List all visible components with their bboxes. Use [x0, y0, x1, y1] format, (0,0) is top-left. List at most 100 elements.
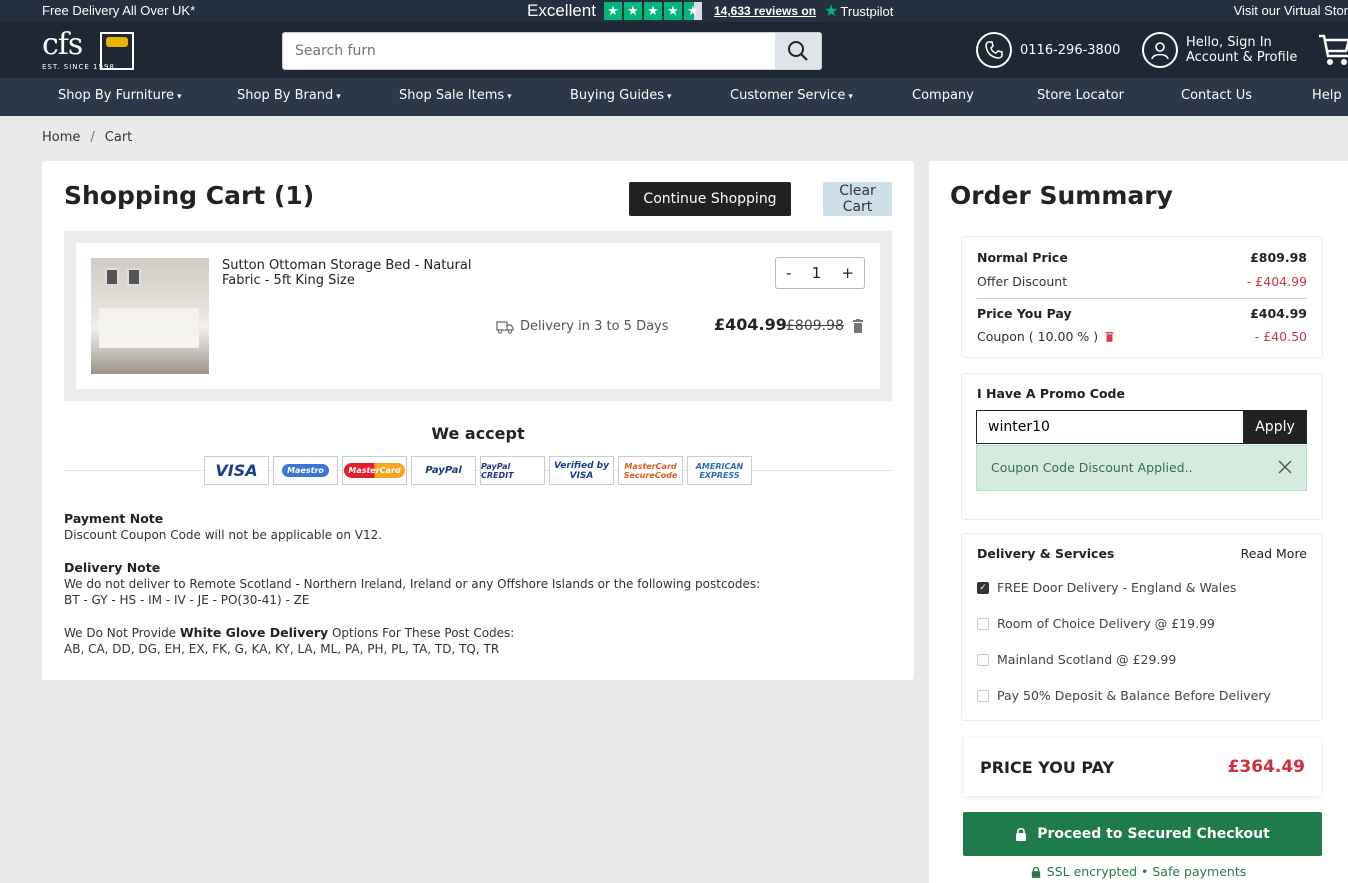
trustpilot-widget[interactable]: Excellent ★ ★ ★ ★ ★ 14,633 reviews on ★ T… — [527, 1, 893, 21]
continue-shopping-button[interactable]: Continue Shopping — [629, 182, 791, 216]
price-you-pay-total: PRICE YOU PAY £364.49 — [964, 738, 1321, 796]
delivery-note: We do not deliver to Remote Scotland - N… — [64, 577, 761, 591]
virtual-store-link[interactable]: Visit our Virtual Stor — [1234, 3, 1348, 18]
phone-link[interactable]: 0116-296-3800 — [976, 32, 1120, 68]
lock-icon — [1016, 827, 1027, 841]
shopping-cart-panel: Shopping Cart (1) Continue Shopping Clea… — [42, 161, 914, 680]
coupon-row: Coupon ( 10.00 % ) - £40.50 — [977, 329, 1307, 344]
delivery-note-title: Delivery Note — [64, 560, 161, 575]
promo-code-box: I Have A Promo Code Apply Coupon Code Di… — [962, 374, 1322, 519]
paypal-credit-logo: PayPal CREDIT — [480, 456, 545, 485]
price-you-pay-row: Price You Pay £404.99 — [977, 306, 1307, 321]
verified-by-visa-logo: Verified by VISA — [549, 456, 614, 485]
amex-logo: AMERICAN EXPRESS — [687, 456, 752, 485]
promo-title: I Have A Promo Code — [977, 386, 1125, 401]
order-summary-panel: Order Summary Normal Price £809.98 Offer … — [929, 161, 1348, 883]
item-price: £404.99 — [714, 315, 787, 334]
we-accept-heading: We accept — [431, 424, 525, 443]
breadcrumb-current: Cart — [104, 130, 133, 145]
decrease-qty-button[interactable]: - — [786, 264, 791, 282]
clear-cart-button[interactable]: Clear Cart — [823, 182, 892, 216]
star-half-icon: ★ — [683, 2, 702, 20]
option-room-of-choice[interactable]: Room of Choice Delivery @ £19.99 — [977, 616, 1215, 631]
free-delivery-text: Free Delivery All Over UK* — [42, 3, 196, 18]
trash-icon[interactable] — [852, 319, 864, 333]
visa-logo: VISA — [204, 456, 269, 485]
nav-buying-guides[interactable]: Buying Guides — [570, 88, 672, 103]
nav-shop-by-brand[interactable]: Shop By Brand — [237, 88, 341, 103]
remove-coupon-icon[interactable] — [1105, 331, 1114, 342]
cart-icon — [1319, 34, 1348, 65]
total-value: £364.49 — [1227, 757, 1305, 777]
user-icon — [1142, 32, 1178, 68]
cart-item: Sutton Ottoman Storage Bed - Natural Fab… — [76, 243, 880, 389]
star-icon: ★ — [623, 2, 642, 20]
nav-company[interactable]: Company — [912, 88, 974, 103]
option-free-door-delivery[interactable]: ✓ FREE Door Delivery - England & Wales — [977, 580, 1236, 595]
cart-notes: Payment Note Discount Coupon Code will n… — [64, 511, 761, 656]
nav-shop-by-furniture[interactable]: Shop By Furniture — [58, 88, 181, 103]
product-image[interactable] — [91, 258, 209, 374]
phone-icon — [976, 32, 1012, 68]
nav-contact-us[interactable]: Contact Us — [1181, 88, 1252, 103]
checkout-button[interactable]: Proceed to Secured Checkout — [963, 812, 1322, 856]
rating-stars: ★ ★ ★ ★ ★ — [603, 2, 702, 20]
delivery-estimate: Delivery in 3 to 5 Days — [496, 319, 669, 334]
search-bar — [282, 32, 822, 70]
account-link[interactable]: Hello, Sign In Account & Profile — [1142, 32, 1297, 68]
excluded-postcodes: BT - GY - HS - IM - IV - JE - PO(30-41) … — [64, 593, 310, 607]
maestro-logo: Maestro — [273, 456, 338, 485]
payment-note-title: Payment Note — [64, 511, 164, 526]
promo-code-input[interactable] — [976, 410, 1244, 444]
paypal-logo: PayPal — [411, 456, 476, 485]
apply-promo-button[interactable]: Apply — [1243, 410, 1307, 444]
product-name[interactable]: Sutton Ottoman Storage Bed - Natural Fab… — [222, 258, 482, 288]
cart-button[interactable] — [1318, 30, 1348, 68]
top-strip: Free Delivery All Over UK* Excellent ★ ★… — [0, 0, 1348, 22]
breadcrumb: Home / Cart — [42, 130, 133, 145]
search-input[interactable] — [283, 33, 777, 69]
ssl-notice: SSL encrypted • Safe payments — [929, 864, 1348, 879]
normal-price-row: Normal Price £809.98 — [977, 250, 1307, 265]
search-button[interactable] — [775, 33, 821, 69]
rating-word: Excellent — [527, 1, 596, 20]
nav-shop-sale-items[interactable]: Shop Sale Items — [399, 88, 512, 103]
delivery-services-title: Delivery & Services Read More — [977, 546, 1307, 561]
site-logo[interactable]: cfs EST. SINCE 1998 — [42, 30, 134, 72]
cart-items: Sutton Ottoman Storage Bed - Natural Fab… — [64, 231, 892, 401]
mastercard-securecode-logo: MasterCard SecureCode — [618, 456, 683, 485]
price-breakdown: Normal Price £809.98 Offer Discount - £404… — [962, 237, 1322, 357]
close-icon[interactable] — [1276, 458, 1294, 476]
search-icon — [788, 41, 808, 61]
page-title: Shopping Cart (1) — [64, 181, 315, 210]
option-deposit[interactable]: Pay 50% Deposit & Balance Before Deliver… — [977, 688, 1271, 703]
sofa-icon — [106, 37, 128, 47]
read-more-link[interactable]: Read More — [1241, 546, 1307, 561]
star-icon: ★ — [603, 2, 622, 20]
increase-qty-button[interactable]: + — [841, 264, 854, 282]
quantity-value[interactable]: 1 — [812, 264, 822, 282]
item-was-price: £809.98 — [786, 318, 844, 334]
nav-customer-service[interactable]: Customer Service — [730, 88, 853, 103]
order-summary-title: Order Summary — [950, 181, 1173, 210]
truck-icon — [496, 320, 514, 334]
nav-help[interactable]: Help — [1312, 88, 1342, 103]
quantity-stepper: - 1 + — [775, 257, 865, 289]
trustpilot-star-icon: ★ — [824, 3, 839, 20]
option-mainland-scotland[interactable]: Mainland Scotland @ £29.99 — [977, 652, 1176, 667]
white-glove-label: White Glove Delivery — [179, 625, 329, 640]
payment-note: Discount Coupon Code will not be applica… — [64, 528, 383, 542]
star-icon: ★ — [663, 2, 682, 20]
breadcrumb-home[interactable]: Home — [42, 130, 80, 145]
delivery-services-box: Delivery & Services Read More ✓ FREE Door … — [962, 534, 1322, 720]
trustpilot-logo: ★ Trustpilot — [824, 3, 894, 20]
offer-discount-row: Offer Discount - £404.99 — [977, 274, 1307, 289]
checkbox[interactable] — [977, 653, 989, 666]
reviews-link[interactable]: 14,633 reviews on — [714, 4, 816, 18]
nav-store-locator[interactable]: Store Locator — [1037, 88, 1124, 103]
checkbox-checked[interactable]: ✓ — [977, 581, 989, 594]
main-nav: Shop By Furniture Shop By Brand Shop Sal… — [0, 78, 1348, 116]
checkbox[interactable] — [977, 617, 989, 630]
checkbox[interactable] — [977, 689, 989, 702]
coupon-applied-alert: Coupon Code Discount Applied.. — [976, 445, 1307, 491]
